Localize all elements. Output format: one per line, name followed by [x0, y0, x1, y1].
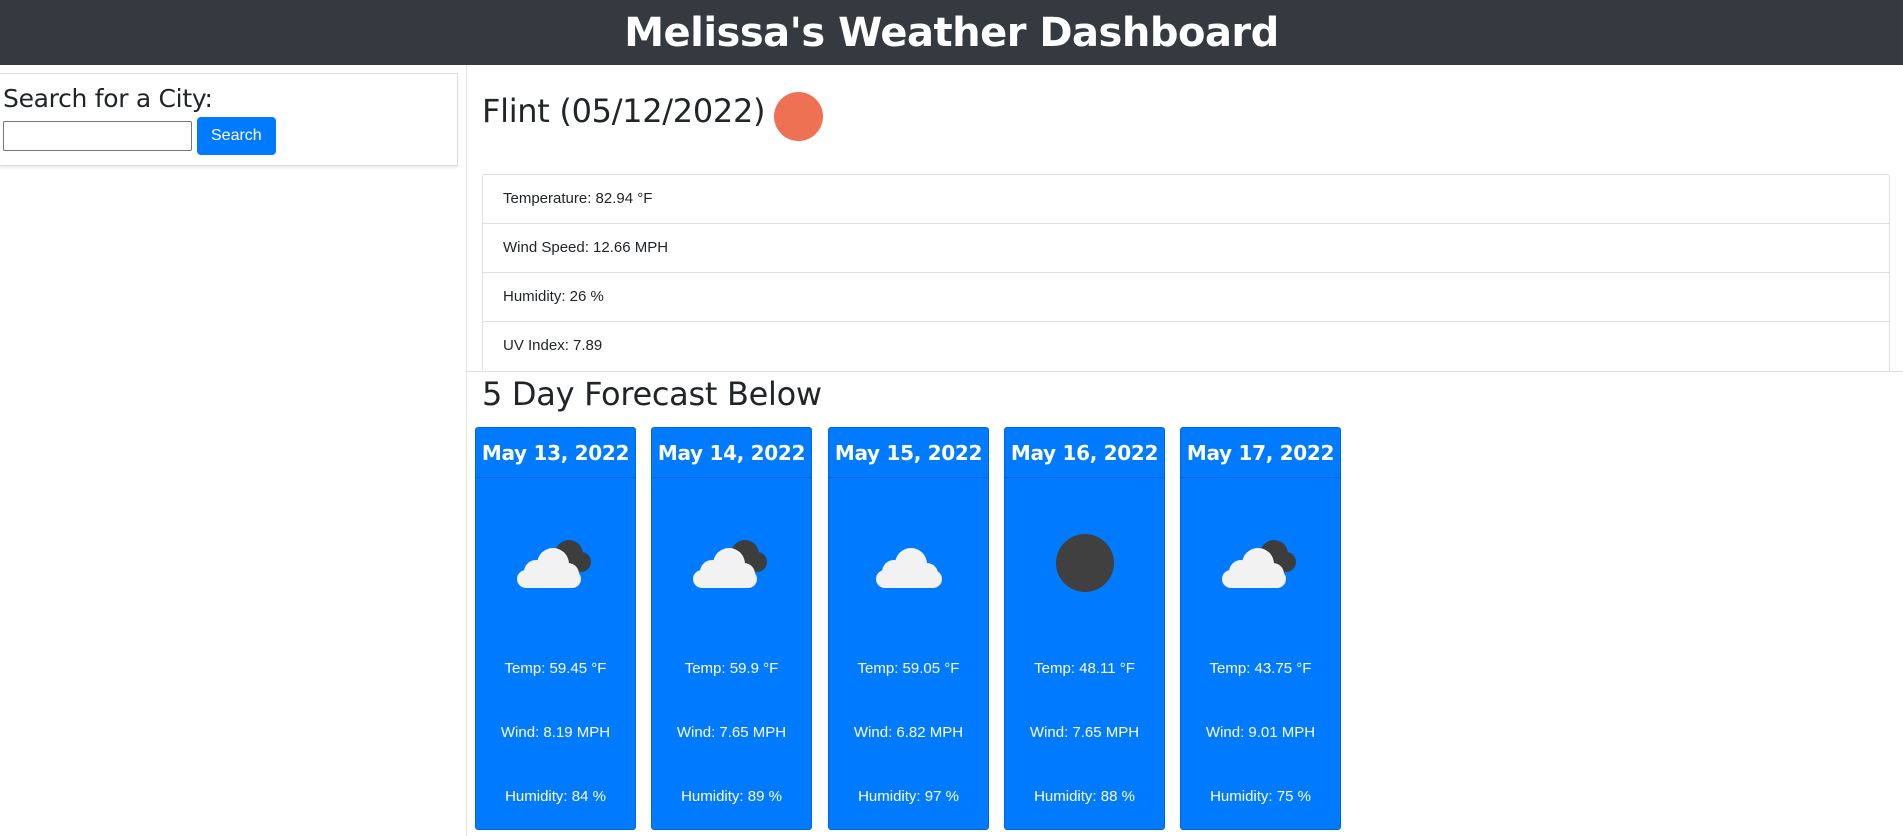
forecast-wind: Wind: 8.19 MPH: [500, 724, 611, 741]
forecast-temp: Temp: 59.45 °F: [504, 660, 607, 677]
current-uv-index: UV Index: 7.89: [503, 337, 603, 354]
forecast-humidity: Humidity: 97 %: [858, 788, 959, 805]
current-temperature: Temperature: 82.94 °F: [483, 175, 1889, 224]
forecast-card: May 15, 2022 Temp: 59.05 °F Wind: 6.82 M…: [828, 427, 989, 830]
column-divider: [466, 65, 467, 836]
forecast-card: May 16, 2022 Temp: 48.11 °F Wind: 7.65 M…: [1004, 427, 1165, 830]
forecast-temp: Temp: 48.11 °F: [1034, 660, 1135, 677]
cloud-icon: [829, 528, 988, 598]
page-title: Melissa's Weather Dashboard: [624, 9, 1279, 56]
forecast-temp: Temp: 43.75 °F: [1209, 660, 1312, 677]
forecast-humidity: Humidity: 88 %: [1034, 788, 1135, 805]
page-header: Melissa's Weather Dashboard: [0, 0, 1903, 65]
dark-circle-icon: [1005, 528, 1164, 598]
current-city-title: Flint (05/12/2022): [482, 92, 766, 130]
forecast-date: May 17, 2022: [1181, 428, 1340, 478]
forecast-humidity: Humidity: 84 %: [505, 788, 606, 805]
forecast-temp: Temp: 59.9 °F: [684, 660, 779, 677]
city-search-input[interactable]: [3, 121, 192, 151]
partly-cloudy-icon: [652, 528, 811, 598]
current-weather-list: Temperature: 82.94 °F Wind Speed: 12.66 …: [482, 174, 1890, 372]
search-heading: Search for a City:: [3, 84, 213, 113]
forecast-temp: Temp: 59.05 °F: [857, 660, 960, 677]
search-row: Search: [3, 117, 454, 155]
forecast-humidity: Humidity: 75 %: [1210, 788, 1311, 805]
partly-cloudy-icon: [476, 528, 635, 598]
forecast-wind: Wind: 7.65 MPH: [676, 724, 787, 741]
forecast-wind: Wind: 9.01 MPH: [1205, 724, 1316, 741]
forecast-wind: Wind: 7.65 MPH: [1029, 724, 1140, 741]
forecast-card: May 17, 2022 Temp: 43.75 °F Wind: 9.01 M…: [1180, 427, 1341, 830]
partly-cloudy-icon: [1181, 528, 1340, 598]
current-humidity: Humidity: 26 %: [483, 273, 1889, 322]
forecast-date: May 14, 2022: [652, 428, 811, 478]
forecast-date: May 13, 2022: [476, 428, 635, 478]
forecast-card: May 13, 2022 Temp: 59.45 °F Wind: 8.19 M…: [475, 427, 636, 830]
forecast-wind: Wind: 6.82 MPH: [853, 724, 964, 741]
forecast-humidity: Humidity: 89 %: [681, 788, 782, 805]
forecast-date: May 15, 2022: [829, 428, 988, 478]
search-button[interactable]: Search: [197, 117, 276, 155]
search-panel: Search for a City: Search: [0, 73, 458, 166]
section-divider: [466, 371, 1903, 372]
forecast-card: May 14, 2022 Temp: 59.9 °F Wind: 7.65 MP…: [651, 427, 812, 830]
forecast-title: 5 Day Forecast Below: [482, 375, 822, 413]
forecast-date: May 16, 2022: [1005, 428, 1164, 478]
current-wind-speed: Wind Speed: 12.66 MPH: [483, 224, 1889, 273]
sun-icon: [774, 92, 823, 141]
